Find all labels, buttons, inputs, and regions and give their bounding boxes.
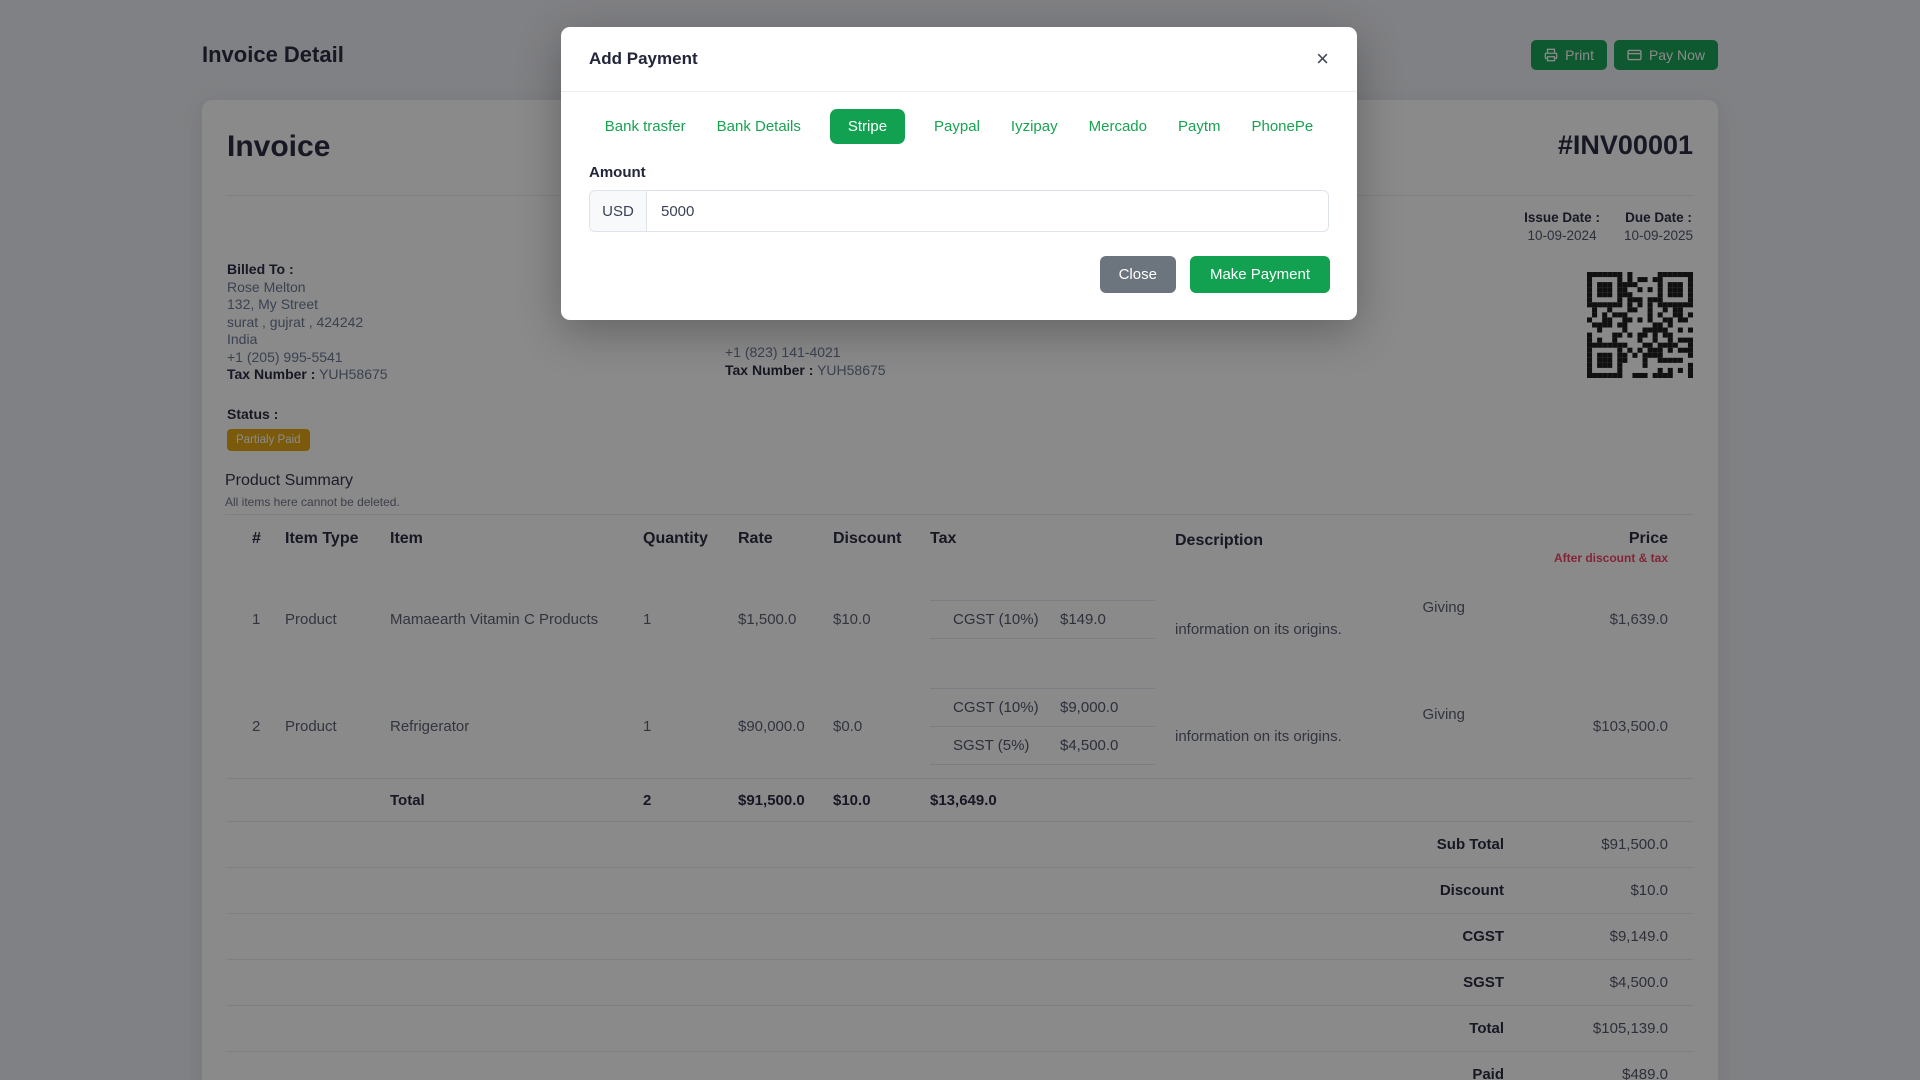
modal-title: Add Payment xyxy=(589,49,698,68)
amount-input-group: USD xyxy=(589,190,1329,232)
tab-bank-transfer[interactable]: Bank trasfer xyxy=(603,109,688,144)
add-payment-modal: Add Payment × Bank trasfer Bank Details … xyxy=(561,27,1357,320)
tab-phonepe[interactable]: PhonePe xyxy=(1249,109,1315,144)
modal-footer: Close Make Payment xyxy=(561,232,1357,320)
make-payment-button[interactable]: Make Payment xyxy=(1189,256,1330,293)
tab-stripe[interactable]: Stripe xyxy=(829,109,906,144)
currency-addon: USD xyxy=(589,190,646,232)
tab-bank-details[interactable]: Bank Details xyxy=(715,109,803,144)
modal-body: Bank trasfer Bank Details Stripe Paypal … xyxy=(561,92,1357,232)
modal-close-button[interactable]: Close xyxy=(1099,256,1176,293)
tab-mercado[interactable]: Mercado xyxy=(1087,109,1149,144)
close-icon[interactable]: × xyxy=(1316,48,1329,70)
tab-paypal[interactable]: Paypal xyxy=(932,109,982,144)
amount-input[interactable] xyxy=(646,190,1329,232)
amount-label: Amount xyxy=(589,164,646,181)
tab-iyzipay[interactable]: Iyzipay xyxy=(1009,109,1060,144)
tab-paytm[interactable]: Paytm xyxy=(1176,109,1223,144)
payment-method-tabs: Bank trasfer Bank Details Stripe Paypal … xyxy=(589,109,1329,144)
modal-header: Add Payment × xyxy=(561,27,1357,92)
